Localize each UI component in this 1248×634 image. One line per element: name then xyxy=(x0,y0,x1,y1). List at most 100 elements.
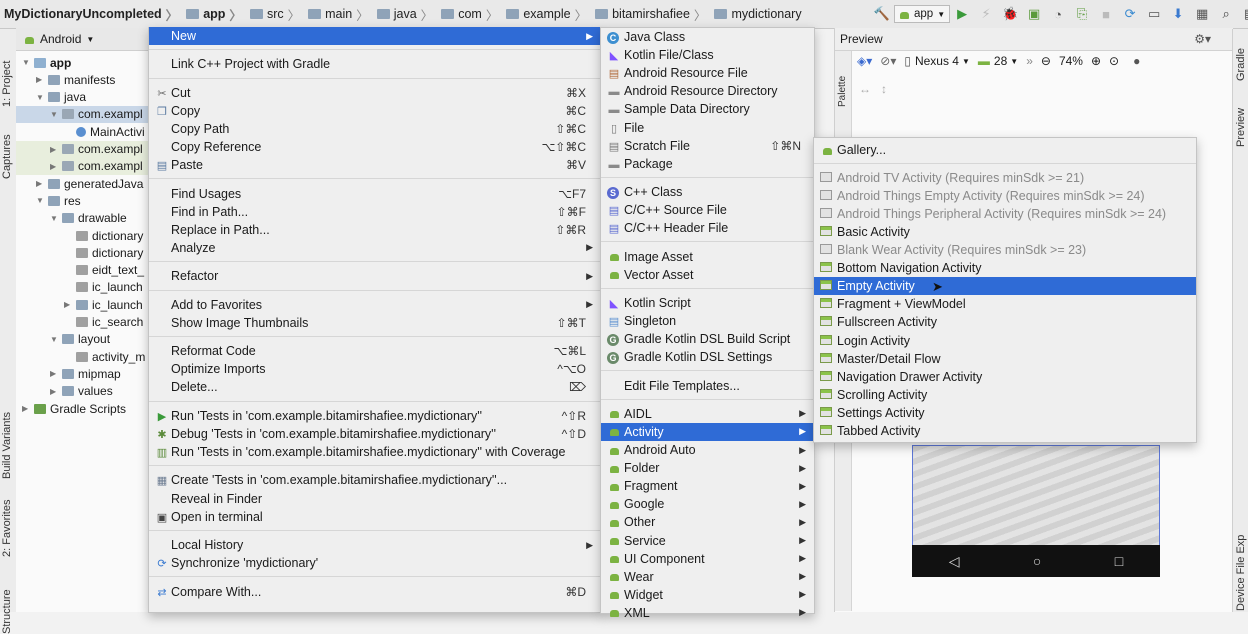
activity-item-fragment-viewmodel[interactable]: Fragment + ViewModel xyxy=(814,295,1196,313)
zoom-in-icon[interactable]: ⊕ xyxy=(1091,54,1101,68)
activity-item-gallery[interactable]: Gallery... xyxy=(814,141,1196,159)
new-item-service[interactable]: Service ▶ xyxy=(601,532,814,550)
menu-item-refactor[interactable]: Refactor ▶ xyxy=(149,267,601,285)
menu-item-find-in-path[interactable]: Find in Path... ⇧⌘F xyxy=(149,203,601,221)
chevron-right-icon[interactable]: ▶ xyxy=(50,369,62,378)
breadcrumb-item-src[interactable]: src 〉 xyxy=(246,0,304,28)
chevron-down-icon[interactable]: ▼ xyxy=(36,93,48,102)
device-select[interactable]: ▯ Nexus 4 ▼ xyxy=(904,54,970,68)
zoom-out-icon[interactable]: ⊖ xyxy=(1041,54,1051,68)
menu-item-debug-tests-in-com-example-bitamirshafiee-mydict[interactable]: ✱ Debug 'Tests in 'com.example.bitamirsha… xyxy=(149,425,601,443)
new-item-singleton[interactable]: ▤ Singleton xyxy=(601,312,814,330)
profile-icon[interactable]: ◔ xyxy=(1050,6,1066,22)
activity-item-master-detail-flow[interactable]: Master/Detail Flow xyxy=(814,350,1196,368)
avd-manager-icon[interactable]: ▭ xyxy=(1146,6,1162,22)
activity-item-navigation-drawer-activity[interactable]: Navigation Drawer Activity xyxy=(814,368,1196,386)
new-item-kotlin-file-class[interactable]: ◣ Kotlin File/Class xyxy=(601,46,814,64)
new-item-aidl[interactable]: AIDL ▶ xyxy=(601,405,814,423)
breadcrumb-item-com[interactable]: com 〉 xyxy=(437,0,502,28)
tree-item-ic-launch[interactable]: ▶ ic_launch xyxy=(16,296,148,313)
zoom-fit-icon[interactable]: ⊙ xyxy=(1109,54,1119,68)
tree-item-mainactivi[interactable]: MainActivi xyxy=(16,123,148,140)
menu-item-show-image-thumbnails[interactable]: Show Image Thumbnails ⇧⌘T xyxy=(149,314,601,332)
tree-item-com-exampl[interactable]: ▶ com.exampl xyxy=(16,140,148,158)
chevron-down-icon[interactable]: ▼ xyxy=(22,58,34,67)
tree-item-generatedjava[interactable]: ▶ generatedJava xyxy=(16,175,148,192)
new-item-activity[interactable]: Activity ▶ xyxy=(601,422,814,441)
favorites-tool-tab[interactable]: 2: Favorites xyxy=(1,500,13,557)
new-item-folder[interactable]: Folder ▶ xyxy=(601,459,814,477)
tree-item-layout[interactable]: ▼ layout xyxy=(16,331,148,348)
device-file-tool-tab[interactable]: Device File Exp xyxy=(1235,535,1247,611)
chevron-down-icon[interactable]: ▼ xyxy=(50,214,62,223)
tree-item-manifests[interactable]: ▶ manifests xyxy=(16,71,148,88)
sync-gradle-icon[interactable]: ⟳ xyxy=(1122,6,1138,22)
new-item-google[interactable]: Google ▶ xyxy=(601,495,814,513)
tree-item-gradle-scripts[interactable]: ▶ Gradle Scripts xyxy=(16,400,148,417)
new-item-xml[interactable]: XML ▶ xyxy=(601,604,814,622)
menu-item-copy[interactable]: ❐ Copy ⌘C xyxy=(149,102,601,120)
tree-item-com-exampl[interactable]: ▶ com.exampl xyxy=(16,157,148,175)
new-item-file[interactable]: ▯ File xyxy=(601,119,814,137)
new-item-wear[interactable]: Wear ▶ xyxy=(601,568,814,586)
preview-tool-tab[interactable]: Preview xyxy=(1235,108,1247,147)
tree-item-mipmap[interactable]: ▶ mipmap xyxy=(16,365,148,382)
coverage-icon[interactable]: ▣ xyxy=(1026,6,1042,22)
new-item-ui-component[interactable]: UI Component ▶ xyxy=(601,550,814,568)
chevron-down-icon[interactable]: ▼ xyxy=(50,110,62,119)
chevron-right-icon[interactable]: ▶ xyxy=(64,300,76,309)
breadcrumb-item-main[interactable]: main 〉 xyxy=(304,0,373,28)
search-icon[interactable]: ⌕ xyxy=(1218,6,1234,22)
design-surface-icon[interactable]: ◈▾ xyxy=(857,54,872,68)
menu-item-paste[interactable]: ▤ Paste ⌘V xyxy=(149,156,601,174)
new-item-android-auto[interactable]: Android Auto ▶ xyxy=(601,441,814,459)
more-icon[interactable]: » xyxy=(1026,54,1033,68)
menu-item-analyze[interactable]: Analyze ▶ xyxy=(149,239,601,257)
apply-changes-icon[interactable]: ⚡ xyxy=(978,6,994,22)
chevron-right-icon[interactable]: ▶ xyxy=(22,404,34,413)
project-structure-icon[interactable]: ▦ xyxy=(1194,6,1210,22)
breadcrumb-item-example[interactable]: example 〉 xyxy=(502,0,591,28)
tree-item-app[interactable]: ▼ app xyxy=(16,54,148,71)
project-view-selector[interactable]: Android ▼ xyxy=(16,28,148,51)
new-item-android-resource-directory[interactable]: ▬ Android Resource Directory xyxy=(601,82,814,100)
new-item-gradle-kotlin-dsl-build-script[interactable]: G Gradle Kotlin DSL Build Script xyxy=(601,330,814,348)
menu-item-replace-in-path[interactable]: Replace in Path... ⇧⌘R xyxy=(149,221,601,239)
menu-item-copy-reference[interactable]: Copy Reference ⌥⇧⌘C xyxy=(149,138,601,156)
menu-item-find-usages[interactable]: Find Usages ⌥F7 xyxy=(149,185,601,203)
tree-item-java[interactable]: ▼ java xyxy=(16,89,148,106)
menu-item-compare-with[interactable]: ⇄ Compare With... ⌘D xyxy=(149,583,601,601)
new-item-edit-file-templates[interactable]: Edit File Templates... xyxy=(601,377,814,395)
new-item-scratch-file[interactable]: ▤ Scratch File ⇧⌘N xyxy=(601,137,814,155)
tree-item-values[interactable]: ▶ values xyxy=(16,383,148,400)
orientation-icon[interactable]: ⊘▾ xyxy=(880,54,896,68)
activity-item-settings-activity[interactable]: Settings Activity xyxy=(814,404,1196,422)
tree-item-dictionary[interactable]: dictionary xyxy=(16,244,148,261)
menu-item-cut[interactable]: ✂ Cut ⌘X xyxy=(149,84,601,102)
new-item-java-class[interactable]: C Java Class xyxy=(601,28,814,46)
menu-item-link-c-project-with-gradle[interactable]: Link C++ Project with Gradle xyxy=(149,55,601,73)
chevron-down-icon[interactable]: ▼ xyxy=(36,196,48,205)
palette-tab[interactable]: Palette xyxy=(837,76,848,107)
warning-icon[interactable]: ● xyxy=(1133,54,1140,68)
chevron-right-icon[interactable]: ▶ xyxy=(50,162,62,171)
new-item-widget[interactable]: Widget ▶ xyxy=(601,586,814,604)
chevron-down-icon[interactable]: ▼ xyxy=(50,335,62,344)
menu-item-open-in-terminal[interactable]: ▣ Open in terminal xyxy=(149,508,601,526)
gradle-tool-tab[interactable]: Gradle xyxy=(1235,48,1247,81)
activity-item-basic-activity[interactable]: Basic Activity xyxy=(814,223,1196,241)
tree-item-res[interactable]: ▼ res xyxy=(16,192,148,209)
tree-item-ic-search[interactable]: ic_search xyxy=(16,314,148,331)
new-item-android-resource-file[interactable]: ▤ Android Resource File xyxy=(601,64,814,82)
breadcrumb-item-app[interactable]: app 〉 xyxy=(182,0,246,28)
menu-item-new[interactable]: New ▶ xyxy=(149,27,601,45)
menu-item-delete[interactable]: Delete... ⌦ xyxy=(149,378,601,396)
breadcrumb-item-mydictionary[interactable]: mydictionary xyxy=(710,0,805,28)
project-tool-tab[interactable]: 1: Project xyxy=(1,61,13,107)
tree-item-drawable[interactable]: ▼ drawable xyxy=(16,210,148,227)
menu-item-create-tests-in-com-example-bitamirshafiee-mydic[interactable]: ▦ Create 'Tests in 'com.example.bitamirsh… xyxy=(149,471,601,489)
menu-item-copy-path[interactable]: Copy Path ⇧⌘C xyxy=(149,120,601,138)
run-icon[interactable]: ▶ xyxy=(954,6,970,22)
menu-item-optimize-imports[interactable]: Optimize Imports ^⌥O xyxy=(149,360,601,378)
menu-item-local-history[interactable]: Local History ▶ xyxy=(149,536,601,554)
